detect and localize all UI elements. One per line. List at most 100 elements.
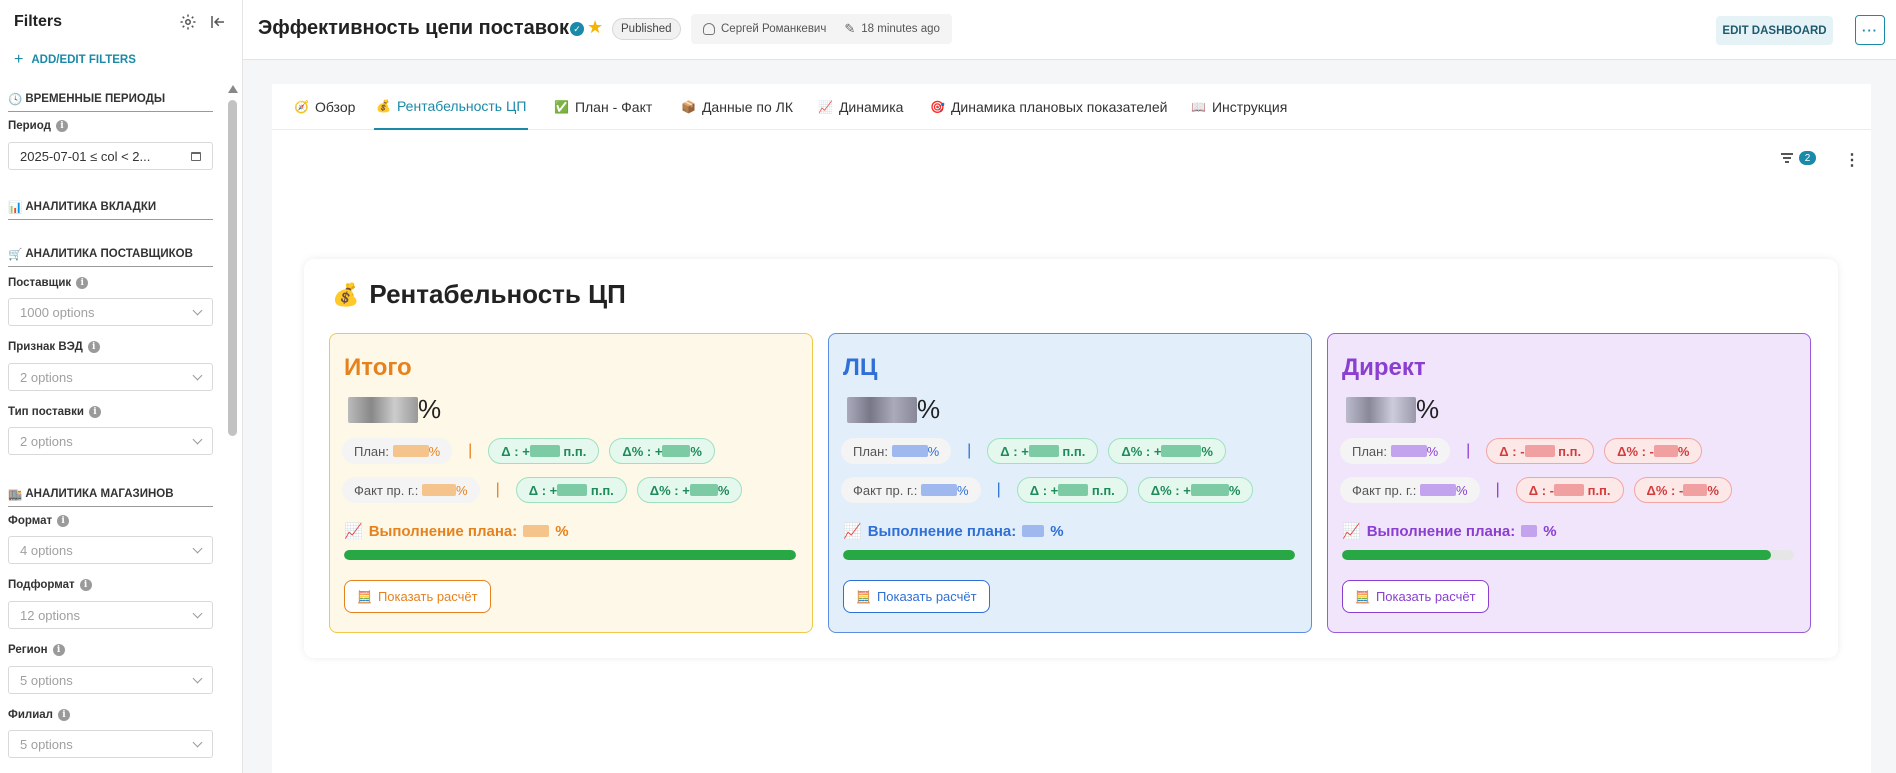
select-placeholder: 2 options [20, 369, 73, 385]
percent-sign: % [456, 482, 468, 498]
more-options-button[interactable]: ··· [1855, 15, 1885, 45]
chart-menu-icon[interactable]: ⋮ [1844, 150, 1860, 170]
add-filters-label: ADD/EDIT FILTERS [31, 54, 136, 66]
show-calculation-button[interactable]: 🧮 Показать расчёт [843, 580, 990, 613]
delta-unit: п.п. [1091, 482, 1115, 498]
period-date-picker[interactable]: 2025-07-01 ≤ col < 2... [8, 142, 213, 170]
tab-plan-dynamics[interactable]: 🎯 Динамика плановых показателей [928, 84, 1169, 130]
field-label-text: Подформат [8, 579, 75, 591]
ved-label: Признак ВЭД i [8, 341, 100, 353]
fact-pill: Факт пр. г.: % [1340, 477, 1480, 503]
field-label-text: Формат [8, 515, 53, 527]
sidebar-scrollbar[interactable] [227, 82, 238, 773]
chevron-down-icon [192, 370, 203, 380]
tab-lk-data[interactable]: 📦 Данные по ЛК [679, 84, 795, 130]
info-icon[interactable]: i [79, 579, 92, 591]
section-title: ВРЕМЕННЫЕ ПЕРИОДЫ [25, 93, 166, 105]
plan-row: План: % | Δ : + п.п. Δ% : + % [841, 438, 1226, 464]
card-main-value: % [847, 394, 940, 425]
delivery-type-select[interactable]: 2 options [8, 427, 213, 455]
redacted-value [1390, 445, 1427, 457]
delta-unit: п.п. [563, 443, 587, 459]
tab-dynamics[interactable]: 📈 Динамика [816, 84, 905, 130]
redacted-value [1161, 445, 1202, 457]
tab-profitability[interactable]: 💰 Рентабельность ЦП [374, 84, 529, 130]
applied-filters-indicator[interactable]: 2 [1781, 151, 1816, 165]
percent-sign: % [927, 443, 940, 459]
collapse-icon[interactable] [208, 12, 228, 32]
favorite-star-icon[interactable]: ★ [587, 17, 603, 38]
delta-unit: % [1677, 443, 1690, 459]
gear-icon[interactable] [178, 12, 198, 32]
plan-pill: План: % [342, 438, 453, 464]
fact-pill: Факт пр. г.: % [841, 477, 981, 503]
plan-fulfillment: 📈 Выполнение плана: % [344, 522, 569, 541]
delta-unit: п.п. [1062, 443, 1086, 459]
info-icon[interactable]: i [88, 406, 101, 418]
info-icon[interactable]: i [87, 341, 100, 353]
dashboard-tabs: 🧭 Обзор 💰 Рентабельность ЦП ✅ План - Фак… [272, 84, 1871, 130]
target-icon: 🎯 [930, 100, 945, 114]
percent-sign: % [1426, 443, 1439, 459]
progress-fill [344, 550, 796, 560]
ved-select[interactable]: 2 options [8, 363, 213, 391]
sidebar-header: Filters [0, 0, 242, 44]
tab-plan-fact[interactable]: ✅ План - Факт [552, 84, 654, 130]
scroll-up-arrow-icon[interactable] [228, 85, 238, 93]
info-icon[interactable]: i [52, 644, 65, 656]
fulfillment-label: Выполнение плана: [368, 522, 518, 540]
store-icon: 🏬 [8, 489, 23, 501]
separator: | [967, 442, 972, 459]
clock-icon: 🕓 [8, 94, 23, 106]
edit-dashboard-button[interactable]: EDIT DASHBOARD [1716, 16, 1833, 45]
progress-fill [1342, 550, 1772, 560]
delta-unit: % [1201, 443, 1213, 459]
redacted-value [847, 396, 917, 423]
branch-select[interactable]: 5 options [8, 730, 213, 758]
percent-sign: % [1456, 482, 1468, 498]
field-label-text: Филиал [8, 709, 53, 721]
trend-chart-icon: 📈 [818, 100, 833, 114]
delta-label: Δ : - [1499, 443, 1525, 459]
tab-label: Инструкция [1211, 99, 1288, 115]
subformat-label: Подформат i [8, 579, 92, 591]
info-icon[interactable]: i [57, 515, 70, 527]
card-title: Директ [1342, 354, 1426, 381]
panel-title: 💰 Рентабельность ЦП [332, 279, 626, 310]
tab-label: План - Факт [574, 99, 653, 115]
section-supplier-analytics: 🛒 АНАЛИТИКА ПОСТАВЩИКОВ [8, 247, 213, 267]
redacted-value [1524, 445, 1555, 457]
delta-label: Δ : + [501, 443, 530, 459]
status-badge[interactable]: Published [612, 18, 681, 40]
dashboard-metadata: Сергей Романкевич ✎ 18 minutes ago [691, 14, 952, 44]
redacted-value [1028, 445, 1059, 457]
plan-label: План: [1352, 443, 1387, 459]
add-edit-filters-button[interactable]: + ADD/EDIT FILTERS [0, 44, 242, 70]
info-icon[interactable]: i [57, 709, 70, 721]
subformat-select[interactable]: 12 options [8, 601, 213, 629]
delta-unit: % [717, 482, 730, 498]
show-calculation-button[interactable]: 🧮 Показать расчёт [344, 580, 491, 613]
scrollbar-thumb[interactable] [228, 100, 237, 436]
fact-delta-pp-pill: Δ : + п.п. [1016, 477, 1128, 503]
info-icon[interactable]: i [76, 277, 89, 289]
select-placeholder: 12 options [20, 607, 80, 623]
delivery-type-label: Тип поставки i [8, 406, 101, 418]
show-calculation-button[interactable]: 🧮 Показать расчёт [1342, 580, 1489, 613]
delta-unit: п.п. [1558, 443, 1582, 459]
fact-delta-pp-pill: Δ : - п.п. [1515, 477, 1624, 503]
delta-label: Δ : + [1000, 443, 1029, 459]
modified-time: 18 minutes ago [861, 23, 940, 35]
format-select[interactable]: 4 options [8, 536, 213, 564]
delta-pp-pill: Δ : + п.п. [987, 438, 1099, 464]
supplier-select[interactable]: 1000 options [8, 298, 213, 326]
tab-overview[interactable]: 🧭 Обзор [292, 84, 357, 130]
info-icon[interactable]: i [55, 120, 68, 132]
delta-label: Δ% : + [1121, 443, 1162, 459]
compass-icon: 🧭 [294, 100, 309, 114]
tab-instructions[interactable]: 📖 Инструкция [1189, 84, 1289, 130]
select-placeholder: 1000 options [20, 304, 95, 320]
region-select[interactable]: 5 options [8, 666, 213, 694]
chevron-down-icon [192, 673, 203, 683]
delta-pct-pill: Δ% : - % [1604, 438, 1703, 464]
